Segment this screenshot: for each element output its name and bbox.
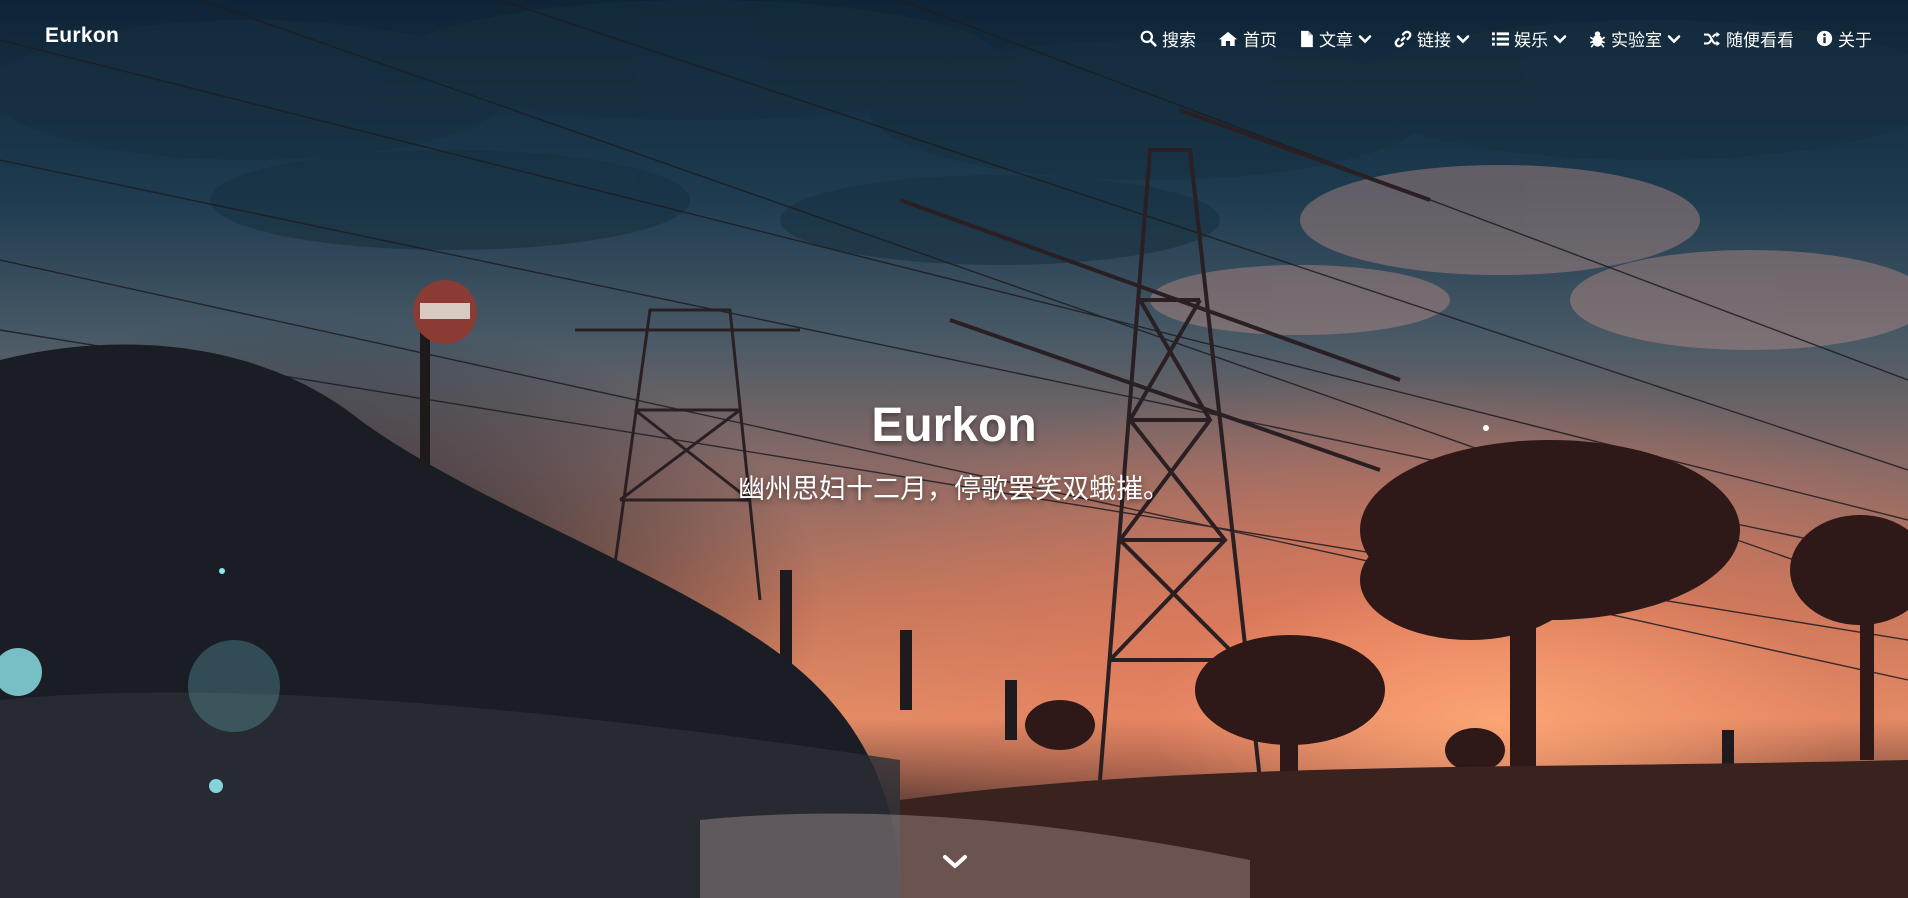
home-icon — [1218, 31, 1238, 46]
chevron-down-icon — [1667, 34, 1681, 43]
site-subtitle: 幽州思妇十二月，停歌罢笑双蛾摧。 — [738, 474, 1170, 505]
nav-item-label: 随便看看 — [1726, 31, 1794, 51]
nav-item-random[interactable]: 随便看看 — [1703, 26, 1794, 51]
shuffle-icon — [1704, 31, 1720, 46]
nav-item-label: 首页 — [1243, 31, 1277, 51]
chevron-down-icon — [943, 855, 967, 868]
site-brand-link[interactable]: Eurkon — [45, 24, 119, 48]
nav-item-label: 搜索 — [1162, 31, 1196, 51]
chevron-down-icon — [1358, 34, 1372, 43]
nav-item-about[interactable]: 关于 — [1816, 26, 1872, 51]
nav-item-label: 娱乐 — [1514, 31, 1548, 51]
chevron-down-icon — [1456, 34, 1470, 43]
nav-item-lab[interactable]: 实验室 — [1589, 26, 1681, 51]
nav-item-label: 链接 — [1417, 31, 1451, 51]
search-icon — [1140, 30, 1157, 47]
nav-item-articles[interactable]: 文章 — [1299, 26, 1372, 51]
nav-item-label: 实验室 — [1611, 31, 1662, 51]
site-title: Eurkon — [871, 399, 1037, 452]
nav-item-search[interactable]: 搜索 — [1140, 26, 1196, 51]
nav-menu: 搜索 首页 文章 链接 娱乐 实验室 随便看看 关于 — [1140, 26, 1872, 51]
nav-item-label: 关于 — [1838, 31, 1872, 51]
chevron-down-icon — [1553, 34, 1567, 43]
nav-item-label: 文章 — [1319, 31, 1353, 51]
link-icon — [1394, 30, 1412, 47]
file-icon — [1301, 30, 1313, 47]
list-icon — [1492, 31, 1509, 46]
nav-item-links[interactable]: 链接 — [1394, 26, 1470, 51]
nav-item-home[interactable]: 首页 — [1218, 26, 1277, 51]
info-icon — [1816, 30, 1833, 47]
nav-item-entertainment[interactable]: 娱乐 — [1492, 26, 1567, 51]
scroll-down-button[interactable] — [941, 848, 969, 876]
hero-banner: Eurkon 搜索 首页 文章 链接 娱乐 实验室 随便看看 关于 Eurkon… — [0, 0, 1908, 898]
bug-icon — [1589, 30, 1606, 48]
top-navbar: Eurkon 搜索 首页 文章 链接 娱乐 实验室 随便看看 关于 — [0, 0, 1908, 80]
